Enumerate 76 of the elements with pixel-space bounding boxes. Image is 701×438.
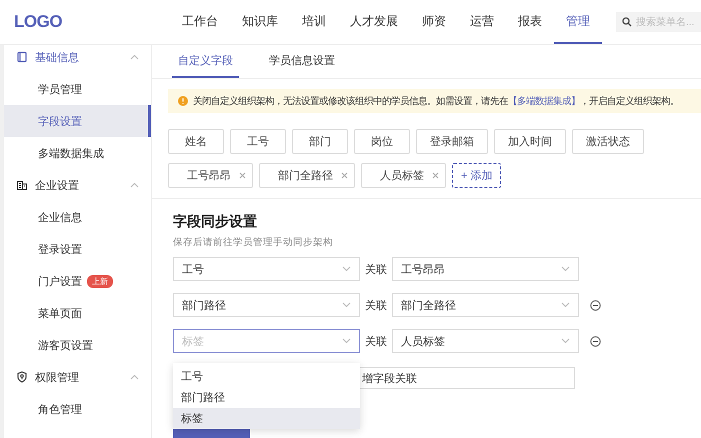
sidebar-item-label: 企业信息 [38,210,82,224]
sidebar-item[interactable]: 登录设置 [4,233,151,265]
dropdown-option[interactable]: 标签 [173,408,360,429]
search-icon [622,17,632,27]
logo[interactable]: LOGO [0,0,152,44]
nav-tab[interactable]: 培训 [290,0,338,44]
dropdown-option[interactable]: 工号 [173,366,360,387]
source-field-select[interactable]: 部门路径 [173,293,360,317]
sidebar-group[interactable]: 基础信息 [4,45,151,73]
chevron-down-icon [342,302,351,308]
add-button[interactable]: + 添加 [452,163,502,188]
nav-tab[interactable]: 工作台 [170,0,230,44]
relation-label: 关联 [365,262,387,276]
sidebar-item[interactable]: 企业信息 [4,201,151,233]
sidebar-item[interactable]: 多端数据集成 [4,137,151,169]
field-tag: 姓名 [168,129,224,154]
chevron-down-icon [342,266,351,272]
chevron-down-icon [342,338,351,344]
nav-tab[interactable]: 管理 [554,0,602,44]
section-title: 字段同步设置 [173,213,258,231]
sidebar-item-label: 菜单页面 [38,306,82,320]
sidebar-item-label: 游客页设置 [38,338,93,352]
chevron-down-icon [561,302,570,308]
building-icon [16,179,28,191]
dropdown-option[interactable]: 部门路径 [173,387,360,408]
sidebar-item[interactable]: 菜单页面 [4,297,151,329]
field-tag: 工号 [230,129,286,154]
integration-link[interactable]: 【多端数据集成】 [508,94,580,106]
sidebar-item[interactable]: 游客页设置 [4,329,151,361]
sidebar-item-label: 门户设置 [38,274,82,288]
shield-icon [16,371,28,383]
nav-tab[interactable]: 运营 [458,0,506,44]
sidebar-item[interactable]: 学员管理 [4,73,151,105]
sidebar-group[interactable]: 权限管理 [4,361,151,393]
caret-icon [130,54,139,60]
field-tag: 登录邮箱 [416,129,488,154]
sidebar-item-label: 多端数据集成 [38,146,104,160]
warning-icon [178,96,188,106]
caret-icon [130,182,139,188]
sidebar-item[interactable]: 角色管理 [4,393,151,425]
nav-tab[interactable]: 知识库 [230,0,290,44]
document-icon [16,51,28,63]
source-field-select[interactable]: 工号 [173,257,360,281]
target-field-select[interactable]: 部门全路径 [392,293,579,317]
sidebar-item[interactable]: 字段设置 [4,105,151,137]
custom-field-tag[interactable]: 部门全路径 [259,163,355,188]
field-tag: 岗位 [354,129,410,154]
alert-message: 关闭自定义组织架构，无法设置或修改该组织中的学员信息。如需设置，请先在【多端数据集成】，开启自定义组织架构。 [193,94,679,108]
sidebar-item-label: 登录设置 [38,242,82,256]
tab[interactable]: 自定义字段 [172,45,239,78]
target-field-select[interactable]: 人员标签 [392,329,579,353]
sidebar-item-label: 角色管理 [38,402,82,416]
nav-tab[interactable]: 师资 [410,0,458,44]
custom-field-tag[interactable]: 人员标签 [361,163,446,188]
nav-tab[interactable]: 报表 [506,0,554,44]
chevron-down-icon [561,266,570,272]
caret-icon [130,374,139,380]
relation-label: 关联 [365,298,387,312]
remove-icon[interactable] [590,336,601,346]
custom-field-tag[interactable]: 工号昂昂 [168,163,253,188]
field-tag: 部门 [292,129,348,154]
field-tag: 激活状态 [572,129,644,154]
section-subtitle: 保存后请前往学员管理手动同步架构 [173,236,334,249]
nav-tab[interactable]: 人才发展 [338,0,410,44]
sidebar-item-label: 字段设置 [38,114,82,128]
field-tag: 加入时间 [494,129,566,154]
sidebar-item[interactable]: 门户设置 上新 [4,265,151,297]
search-field[interactable]: 搜索菜单名... [616,12,701,32]
new-badge: 上新 [87,274,113,288]
chevron-down-icon [561,338,570,344]
sidebar-group[interactable]: 企业设置 [4,169,151,201]
tab[interactable]: 学员信息设置 [263,45,341,78]
relation-label: 关联 [365,334,387,348]
remove-icon[interactable] [590,300,601,310]
sidebar-item-label: 学员管理 [38,82,82,96]
target-field-select[interactable]: 工号昂昂 [392,257,579,281]
